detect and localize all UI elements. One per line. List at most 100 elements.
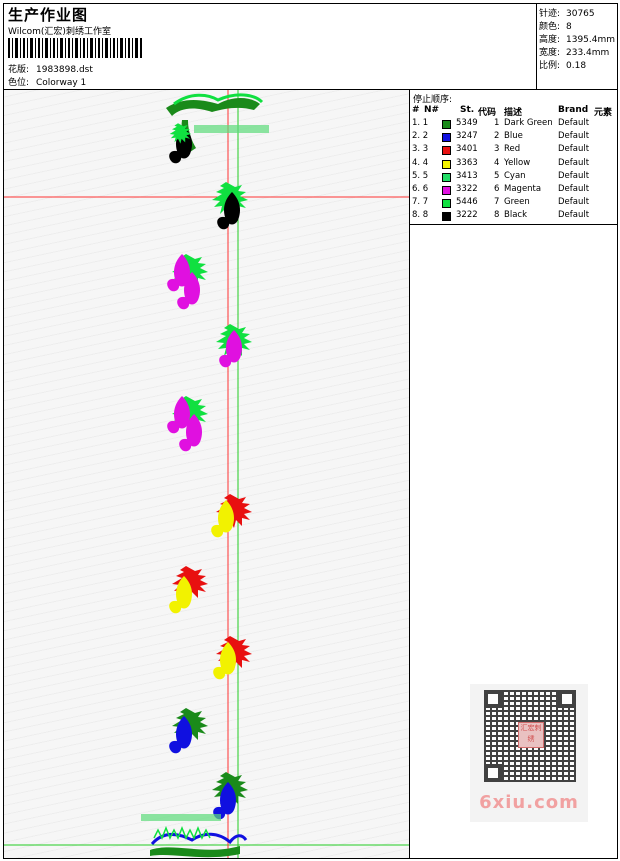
row-index: 4. 4 bbox=[412, 157, 429, 168]
bottom-base-motif bbox=[141, 772, 248, 858]
row-desc: Magenta bbox=[504, 183, 542, 194]
stop-sequence-rows: 1. 1 5349 1 Dark Green Default 2. 2 3247 2 Blue D… bbox=[410, 118, 618, 224]
color-swatch bbox=[442, 146, 451, 156]
embroidery-artwork bbox=[4, 90, 409, 858]
col-stitches: St. bbox=[460, 105, 475, 115]
panel-divider bbox=[410, 224, 618, 225]
row-code: 7 bbox=[494, 197, 500, 208]
header-info: 生产作业图 Wilcom(汇宏)刺绣工作室 花版: 1983898.dst 色位… bbox=[4, 4, 537, 89]
row-brand: Default bbox=[558, 210, 590, 221]
colorway-row: 色位: Colorway 1 bbox=[8, 75, 86, 88]
flower-blue-1 bbox=[169, 708, 208, 754]
design-preview[interactable] bbox=[4, 90, 409, 858]
stop-sequence-row[interactable]: 6. 6 3322 6 Magenta Default bbox=[410, 184, 618, 197]
watermark: 汇宏刺绣 6xiu.com bbox=[470, 684, 588, 822]
col-brand: Brand bbox=[558, 105, 589, 115]
col-index: # bbox=[412, 105, 420, 115]
stat-scale: 比例: 0.18 bbox=[539, 61, 587, 71]
stop-sequence-row[interactable]: 1. 1 5349 1 Dark Green Default bbox=[410, 118, 618, 131]
row-desc: Yellow bbox=[504, 157, 531, 168]
flower-magenta-3 bbox=[167, 396, 208, 452]
row-stitches: 3222 bbox=[456, 210, 478, 221]
color-swatch bbox=[442, 199, 451, 209]
row-stitches: 3247 bbox=[456, 131, 478, 142]
file-name-row: 花版: 1983898.dst bbox=[8, 62, 93, 75]
flower-yellow-3 bbox=[213, 636, 252, 680]
row-code: 1 bbox=[494, 118, 500, 128]
worksheet-frame: 生产作业图 Wilcom(汇宏)刺绣工作室 花版: 1983898.dst 色位… bbox=[3, 3, 618, 859]
color-swatch bbox=[442, 172, 451, 182]
row-code: 8 bbox=[494, 210, 500, 221]
flower-magenta-2 bbox=[216, 324, 252, 368]
row-code: 2 bbox=[494, 131, 500, 142]
col-needle: N# bbox=[424, 105, 440, 115]
stop-sequence-row[interactable]: 3. 3 3401 3 Red Default bbox=[410, 144, 618, 157]
worksheet-header: 生产作业图 Wilcom(汇宏)刺绣工作室 花版: 1983898.dst 色位… bbox=[4, 4, 617, 90]
stop-sequence-row[interactable]: 2. 2 3247 2 Blue Default bbox=[410, 131, 618, 144]
row-brand: Default bbox=[558, 157, 590, 168]
colorway-label: 色位: bbox=[8, 78, 30, 88]
stop-sequence-row[interactable]: 8. 8 3222 8 Black Default bbox=[410, 210, 618, 223]
row-code: 4 bbox=[494, 157, 500, 168]
stop-sequence-row[interactable]: 5. 5 3413 5 Cyan Default bbox=[410, 171, 618, 184]
colorway-name: Colorway 1 bbox=[36, 78, 87, 88]
flower-black-1 bbox=[212, 182, 248, 230]
row-index: 8. 8 bbox=[412, 210, 429, 221]
color-swatch bbox=[442, 133, 451, 143]
row-desc: Green bbox=[504, 197, 530, 208]
row-brand: Default bbox=[558, 197, 590, 208]
row-stitches: 3322 bbox=[456, 183, 478, 194]
top-branch-motif bbox=[166, 93, 269, 164]
row-brand: Default bbox=[558, 144, 590, 155]
color-swatch bbox=[442, 159, 451, 169]
flower-magenta-1 bbox=[167, 254, 208, 310]
row-desc: Blue bbox=[504, 131, 523, 142]
row-index: 2. 2 bbox=[412, 131, 429, 142]
col-desc: 描述 bbox=[504, 108, 523, 118]
stat-width: 宽度: 233.4mm bbox=[539, 48, 610, 58]
row-brand: Default bbox=[558, 131, 590, 142]
row-code: 3 bbox=[494, 144, 500, 155]
row-stitches: 5446 bbox=[456, 197, 478, 208]
watermark-text: 6xiu.com bbox=[479, 792, 579, 813]
row-desc: Red bbox=[504, 144, 521, 155]
flower-yellow-1 bbox=[211, 494, 252, 538]
file-name: 1983898.dst bbox=[36, 65, 93, 75]
flower-yellow-2 bbox=[169, 566, 208, 614]
row-brand: Default bbox=[558, 183, 590, 194]
row-stitches: 3413 bbox=[456, 170, 478, 181]
row-index: 5. 5 bbox=[412, 170, 429, 181]
row-index: 6. 6 bbox=[412, 183, 429, 194]
col-element: 元素 bbox=[594, 108, 613, 118]
row-stitches: 3401 bbox=[456, 144, 478, 155]
watermark-stamp: 汇宏刺绣 bbox=[518, 722, 544, 748]
color-swatch bbox=[442, 120, 451, 129]
col-code: 代码 bbox=[478, 108, 497, 118]
row-index: 1. 1 bbox=[412, 118, 429, 128]
color-swatch bbox=[442, 185, 451, 195]
design-stats: 针迹: 30765 颜色: 8 高度: 1395.4mm 宽度: 233.4mm 比例:… bbox=[537, 4, 617, 89]
stop-sequence-row[interactable]: 4. 4 3363 4 Yellow Default bbox=[410, 158, 618, 171]
row-index: 7. 7 bbox=[412, 197, 429, 208]
stat-colors: 颜色: 8 bbox=[539, 22, 572, 32]
stop-sequence-title: 停止顺序: bbox=[413, 95, 453, 105]
studio-name: Wilcom(汇宏)刺绣工作室 bbox=[8, 27, 111, 37]
stop-sequence-row[interactable]: 7. 7 5446 7 Green Default bbox=[410, 197, 618, 210]
stop-sequence-header: # N# St. 代码 描述 Brand 元素 bbox=[410, 105, 618, 118]
row-brand: Default bbox=[558, 118, 590, 128]
row-desc: Dark Green bbox=[504, 118, 553, 128]
row-stitches: 5349 bbox=[456, 118, 478, 128]
row-desc: Cyan bbox=[504, 170, 526, 181]
stat-height: 高度: 1395.4mm bbox=[539, 35, 616, 45]
row-code: 5 bbox=[494, 170, 500, 181]
qr-code-icon: 汇宏刺绣 bbox=[484, 690, 576, 782]
row-brand: Default bbox=[558, 170, 590, 181]
page-title: 生产作业图 bbox=[8, 6, 89, 24]
row-desc: Black bbox=[504, 210, 527, 221]
color-swatch bbox=[442, 212, 451, 222]
row-code: 6 bbox=[494, 183, 500, 194]
row-stitches: 3363 bbox=[456, 157, 478, 168]
stat-stitches: 针迹: 30765 bbox=[539, 9, 595, 19]
file-label: 花版: bbox=[8, 65, 30, 75]
barcode-icon bbox=[8, 38, 142, 58]
